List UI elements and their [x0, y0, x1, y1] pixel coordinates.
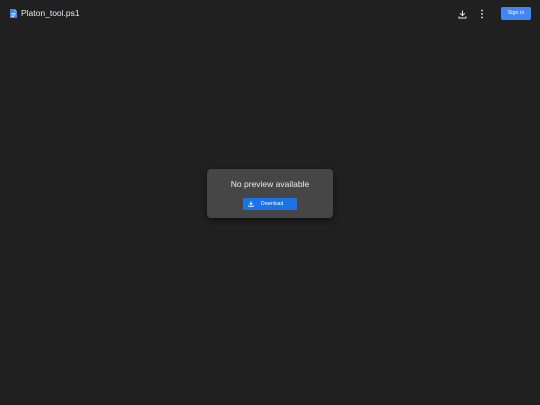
no-preview-card: No preview available Download — [207, 169, 333, 218]
document-icon — [10, 9, 17, 18]
download-file-button[interactable]: Download — [243, 198, 297, 210]
file-name: Platon_tool.ps1 — [21, 8, 80, 18]
top-bar: Platon_tool.ps1 Sign in — [0, 0, 540, 28]
download-icon — [458, 10, 466, 18]
download-icon — [248, 201, 254, 207]
viewer-page: Platon_tool.ps1 Sign in No preview avail… — [0, 0, 540, 405]
more-vertical-icon — [481, 9, 483, 19]
download-button[interactable] — [455, 7, 469, 21]
no-preview-message: No preview available — [230, 179, 310, 189]
sign-in-button[interactable]: Sign in — [501, 7, 531, 20]
download-button-label: Download — [261, 201, 284, 207]
more-options-button[interactable] — [475, 7, 489, 21]
